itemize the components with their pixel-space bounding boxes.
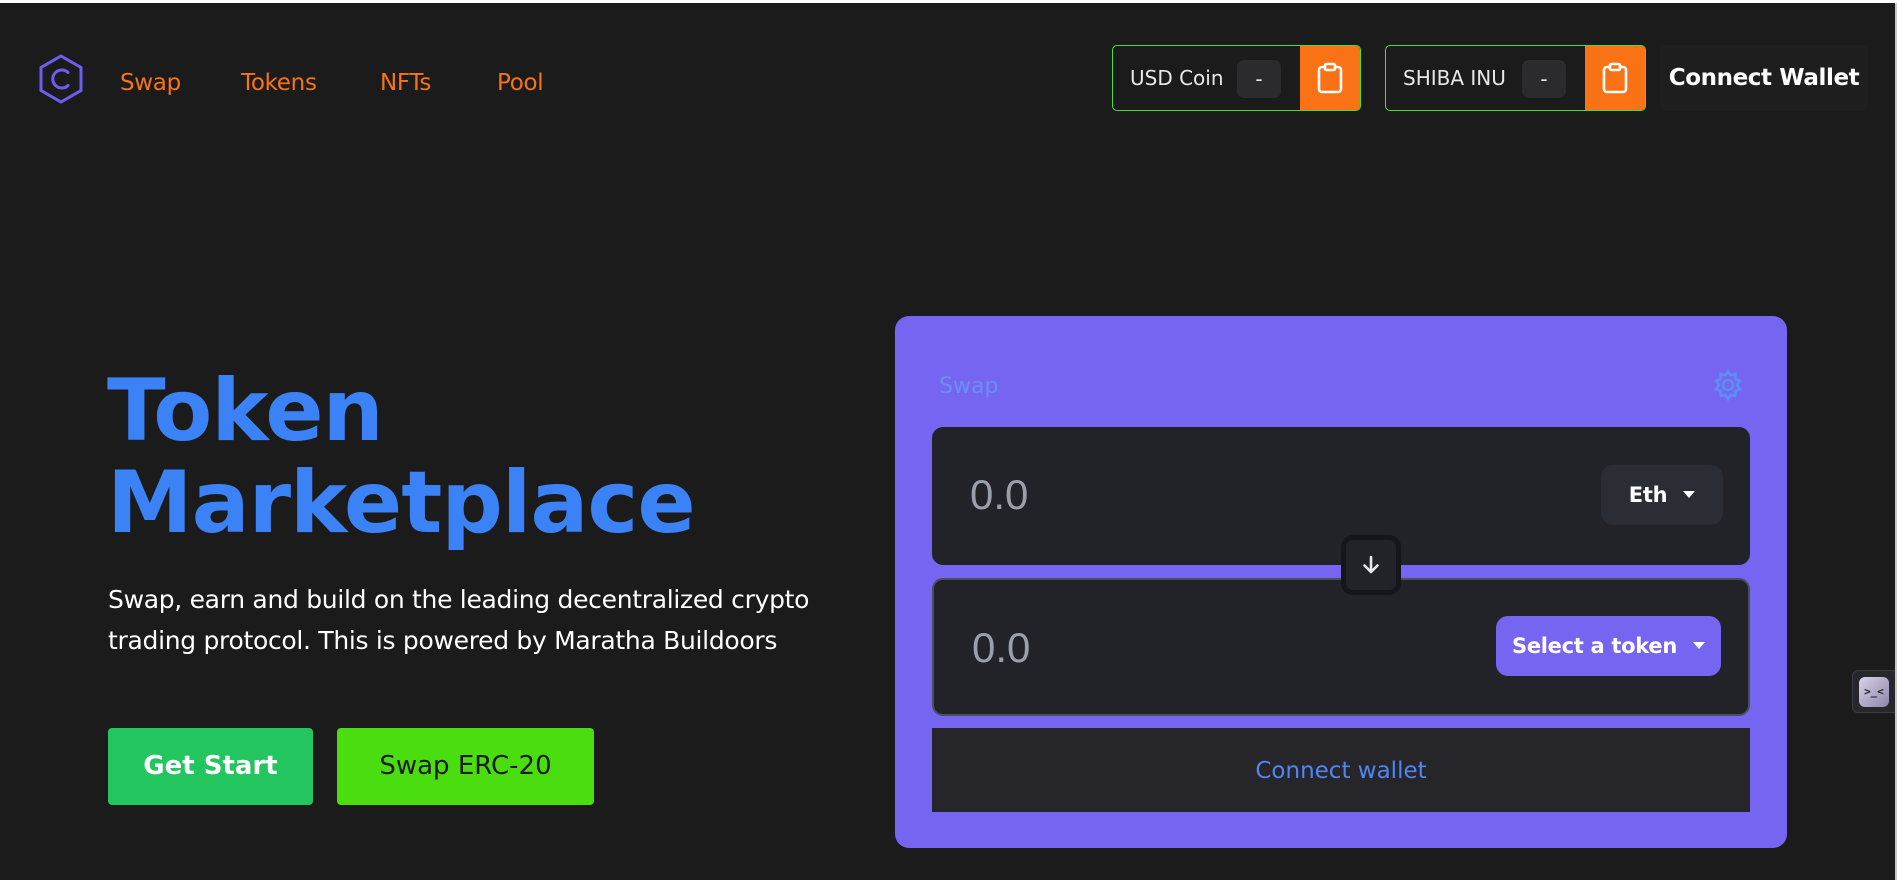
nav-link-tokens[interactable]: Tokens	[241, 68, 317, 98]
token-name: USD Coin	[1130, 66, 1224, 90]
connect-wallet-button[interactable]: Connect Wallet	[1660, 45, 1868, 111]
hero-title-line: Token	[107, 361, 384, 461]
hero-subtitle: Swap, earn and build on the leading dece…	[108, 579, 828, 661]
hero-title: Token Marketplace	[107, 365, 696, 549]
arrow-down-icon	[1363, 555, 1379, 574]
from-amount-input[interactable]	[970, 467, 1490, 523]
token-balance-value: -	[1522, 60, 1566, 98]
clipboard-icon	[1317, 62, 1343, 94]
chevron-down-icon	[1683, 490, 1696, 498]
hero-subtitle-line: trading protocol. This is powered by Mar…	[108, 626, 778, 655]
nav-link-swap[interactable]: Swap	[120, 68, 181, 98]
to-token-label: Select a token	[1512, 634, 1677, 658]
token-balance-usd-coin: USD Coin -	[1112, 45, 1361, 111]
from-token-label: Eth	[1628, 483, 1668, 507]
hero-subtitle-line: Swap, earn and build on the leading dece…	[108, 585, 810, 614]
copy-address-button[interactable]	[1585, 46, 1645, 110]
token-balance-value: -	[1237, 60, 1281, 98]
app-window: Swap Tokens NFTs Pool USD Coin - SHIBA I…	[0, 3, 1897, 880]
nav-link-nfts[interactable]: NFTs	[380, 68, 431, 98]
swap-card: Swap Eth Select a token Connect wallet	[895, 316, 1787, 848]
hero-title-line: Marketplace	[107, 453, 696, 553]
hexagon-c-logo-icon[interactable]	[36, 53, 86, 105]
token-balance-shiba-inu: SHIBA INU -	[1385, 45, 1646, 111]
swap-to-panel: Select a token	[932, 578, 1750, 716]
from-token-select[interactable]: Eth	[1601, 465, 1723, 525]
copy-address-button[interactable]	[1300, 46, 1360, 110]
to-token-select[interactable]: Select a token	[1496, 616, 1721, 676]
assistant-widget-button[interactable]: >_<	[1852, 670, 1895, 713]
gear-icon[interactable]	[1711, 368, 1745, 402]
get-start-button[interactable]: Get Start	[108, 728, 313, 805]
connect-wallet-submit-button[interactable]: Connect wallet	[932, 728, 1750, 812]
swap-erc20-button[interactable]: Swap ERC-20	[337, 728, 594, 805]
to-amount-input[interactable]	[972, 620, 1492, 676]
nav-link-pool[interactable]: Pool	[497, 68, 544, 98]
clipboard-icon	[1602, 62, 1628, 94]
assistant-face-icon: >_<	[1859, 676, 1889, 707]
switch-direction-button[interactable]	[1341, 535, 1401, 595]
swap-card-title: Swap	[939, 374, 999, 399]
token-name: SHIBA INU	[1403, 66, 1506, 90]
chevron-down-icon	[1692, 641, 1705, 649]
